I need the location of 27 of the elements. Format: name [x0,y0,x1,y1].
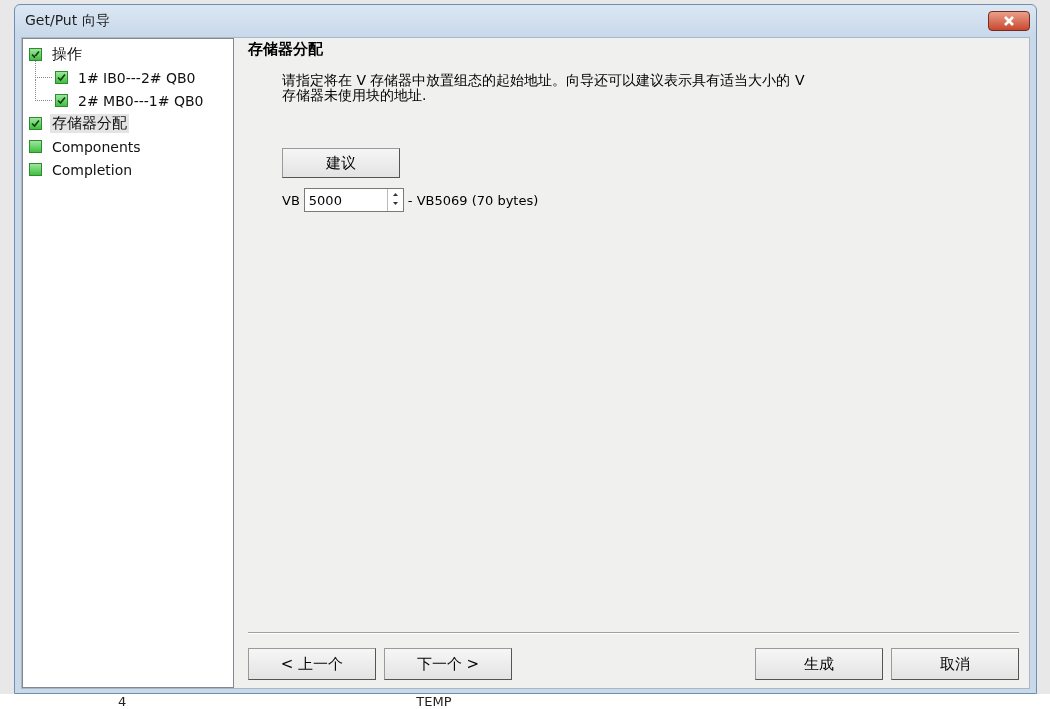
address-range: - VB5069 (70 bytes) [407,192,539,208]
address-spinbox[interactable]: 5000 [303,188,404,212]
tree-item[interactable]: 2# MB0---1# QB0 [76,92,206,109]
table-cell-text: 4 [117,694,127,709]
close-button[interactable] [988,11,1030,31]
description-text: 请指定将在 V 存储器中放置组态的起始地址。向导还可以建议表示具有适当大小的 V 存储器未使用块的地址. [282,73,806,103]
checked-checkbox[interactable] [55,94,68,107]
wizard-button[interactable]: 取消 [891,648,1019,680]
checked-checkbox[interactable] [29,48,42,61]
window-title: Get/Put 向导 [24,12,110,30]
tree-item[interactable]: 操作 [50,45,84,64]
unchecked-checkbox[interactable] [29,140,42,153]
wizard-button[interactable]: 下一个 > [384,648,512,680]
tree-item[interactable]: 1# IB0---2# QB0 [76,69,198,86]
checked-checkbox[interactable] [55,71,68,84]
tree-item[interactable]: Completion [50,161,135,178]
wizard-button[interactable]: 生成 [755,648,883,680]
suggest-button[interactable]: 建议 [282,148,400,178]
page-heading: 存储器分配 [248,40,324,59]
table-cell-text: TEMP [415,694,452,709]
unchecked-checkbox[interactable] [29,163,42,176]
wizard-button[interactable]: < 上一个 [248,648,376,680]
checked-checkbox[interactable] [29,117,42,130]
tree-item[interactable]: Components [50,138,143,155]
tree-item[interactable]: 存储器分配 [50,114,129,133]
address-prefix: VB [282,192,300,208]
close-icon [1002,15,1016,27]
